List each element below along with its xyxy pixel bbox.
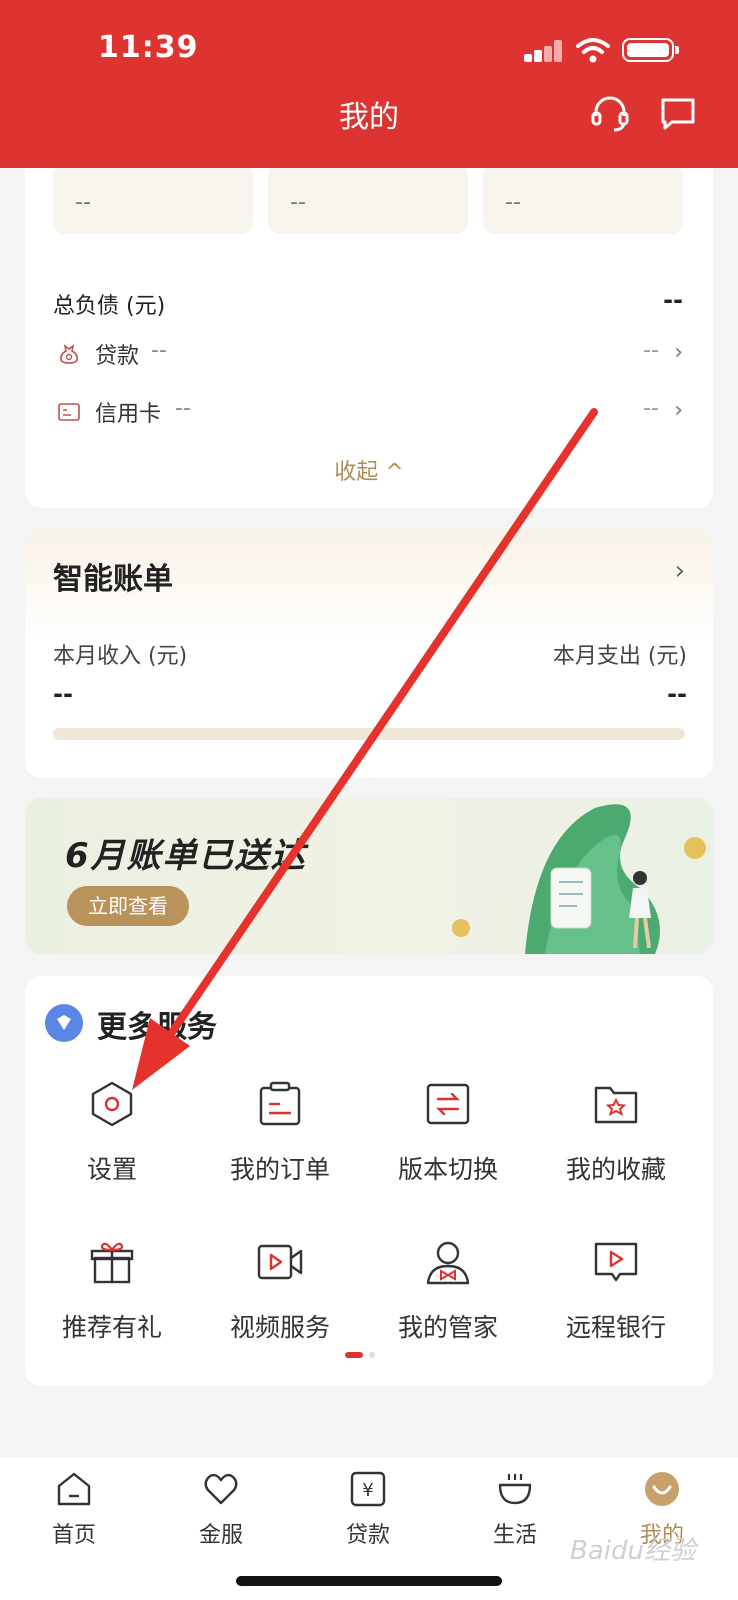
- order-icon: [259, 1081, 301, 1126]
- loan-row[interactable]: 贷款 -- -- ›: [53, 334, 683, 374]
- home-icon: [57, 1472, 91, 1506]
- income-label: 本月收入 (元): [53, 644, 188, 669]
- tab-finance[interactable]: 金服: [161, 1471, 281, 1551]
- service-label: 远程银行: [565, 1313, 666, 1342]
- collapse-toggle[interactable]: 收起 ^: [25, 454, 713, 486]
- tab-label: 金服: [198, 1523, 243, 1548]
- asset-box-value: --: [75, 190, 91, 215]
- video-icon: [257, 1244, 303, 1280]
- battery-icon: [622, 38, 679, 62]
- service-label: 推荐有礼: [61, 1313, 162, 1342]
- asset-box[interactable]: --: [53, 168, 253, 234]
- banner-title: 6月账单已送达: [65, 836, 307, 876]
- service-label: 我的收藏: [565, 1155, 666, 1184]
- banner-illustration: [452, 804, 706, 954]
- service-version-switch[interactable]: 版本切换: [363, 1080, 533, 1220]
- expense-value: --: [667, 680, 687, 708]
- tab-loan[interactable]: ¥ 贷款: [308, 1471, 428, 1551]
- service-butler[interactable]: 我的管家: [363, 1238, 533, 1378]
- switch-icon: [426, 1083, 470, 1125]
- butler-icon: [426, 1241, 470, 1285]
- income-value: --: [53, 680, 73, 708]
- diamond-badge-icon: [45, 1004, 83, 1042]
- signal-icon: [524, 40, 564, 62]
- app-header: 11:39 我的: [0, 0, 738, 168]
- service-label: 我的管家: [397, 1313, 498, 1342]
- svg-text:¥: ¥: [362, 1480, 373, 1501]
- loan-label: 贷款: [95, 344, 140, 369]
- credit-card-value: --: [175, 396, 191, 421]
- yuan-icon: ¥: [350, 1471, 386, 1507]
- page-dot: [369, 1352, 375, 1358]
- service-label: 我的订单: [229, 1155, 330, 1184]
- loan-bag-icon: [60, 344, 78, 364]
- chevron-right-icon: ›: [674, 398, 683, 423]
- favorites-icon: [594, 1086, 638, 1124]
- assets-card: -- -- -- 总负债 (元) -- 贷款 -- -- › 信用卡 -- --…: [25, 168, 713, 508]
- bill-banner[interactable]: 6月账单已送达 立即查看: [25, 798, 713, 954]
- tab-label: 贷款: [345, 1523, 390, 1548]
- watermark-logo: Baidu经验: [570, 1536, 696, 1566]
- service-label: 设置: [86, 1155, 137, 1184]
- more-services-card: 更多服务 设置 我的订单 版本切换 我的收藏 推荐有礼 视频服务 我的管家 远程…: [25, 976, 713, 1386]
- status-time: 11:39: [98, 30, 199, 65]
- debt-total: --: [663, 286, 683, 314]
- service-my-orders[interactable]: 我的订单: [195, 1080, 365, 1220]
- page-dot-active: [345, 1352, 363, 1358]
- service-remote-bank[interactable]: 远程银行: [531, 1238, 701, 1378]
- credit-card-row[interactable]: 信用卡 -- -- ›: [53, 392, 683, 432]
- asset-box-value: --: [505, 190, 521, 215]
- service-favorites[interactable]: 我的收藏: [531, 1080, 701, 1220]
- bill-title: 智能账单: [53, 562, 173, 597]
- smile-icon: [645, 1472, 679, 1506]
- message-icon[interactable]: [658, 94, 698, 134]
- credit-card-label: 信用卡: [95, 402, 162, 427]
- chevron-right-icon: ›: [674, 340, 683, 365]
- credit-card-icon: [58, 403, 80, 421]
- service-label: 版本切换: [397, 1155, 498, 1184]
- debt-title: 总负债 (元): [53, 294, 166, 319]
- chevron-right-icon: ›: [674, 556, 685, 586]
- wifi-icon: [576, 38, 610, 63]
- services-title: 更多服务: [97, 1010, 217, 1045]
- loan-right-value: --: [643, 338, 659, 363]
- service-referral-gift[interactable]: 推荐有礼: [27, 1238, 197, 1378]
- tab-home[interactable]: 首页: [14, 1471, 134, 1551]
- tab-label: 生活: [492, 1523, 537, 1548]
- tab-life[interactable]: 生活: [455, 1471, 575, 1551]
- asset-box[interactable]: --: [483, 168, 683, 234]
- gift-icon: [90, 1242, 134, 1284]
- credit-card-right-value: --: [643, 396, 659, 421]
- tab-label: 首页: [51, 1523, 96, 1548]
- loan-value: --: [151, 338, 167, 363]
- expense-label: 本月支出 (元): [552, 644, 687, 669]
- settings-hex-icon: [91, 1081, 133, 1127]
- heart-icon: [204, 1473, 238, 1505]
- service-label: 视频服务: [229, 1313, 330, 1342]
- service-video[interactable]: 视频服务: [195, 1238, 365, 1378]
- customer-service-icon[interactable]: [590, 94, 630, 134]
- asset-box-value: --: [290, 190, 306, 215]
- smart-bill-card[interactable]: 智能账单 › 本月收入 (元) 本月支出 (元) -- --: [25, 530, 713, 778]
- asset-box[interactable]: --: [268, 168, 468, 234]
- coffee-cup-icon: [498, 1474, 532, 1505]
- view-now-button[interactable]: 立即查看: [67, 886, 189, 926]
- page-indicator: [345, 1352, 385, 1358]
- remote-bank-icon: [594, 1242, 638, 1282]
- income-expense-bar: [53, 728, 685, 740]
- service-settings[interactable]: 设置: [27, 1080, 197, 1220]
- home-indicator[interactable]: [236, 1576, 502, 1586]
